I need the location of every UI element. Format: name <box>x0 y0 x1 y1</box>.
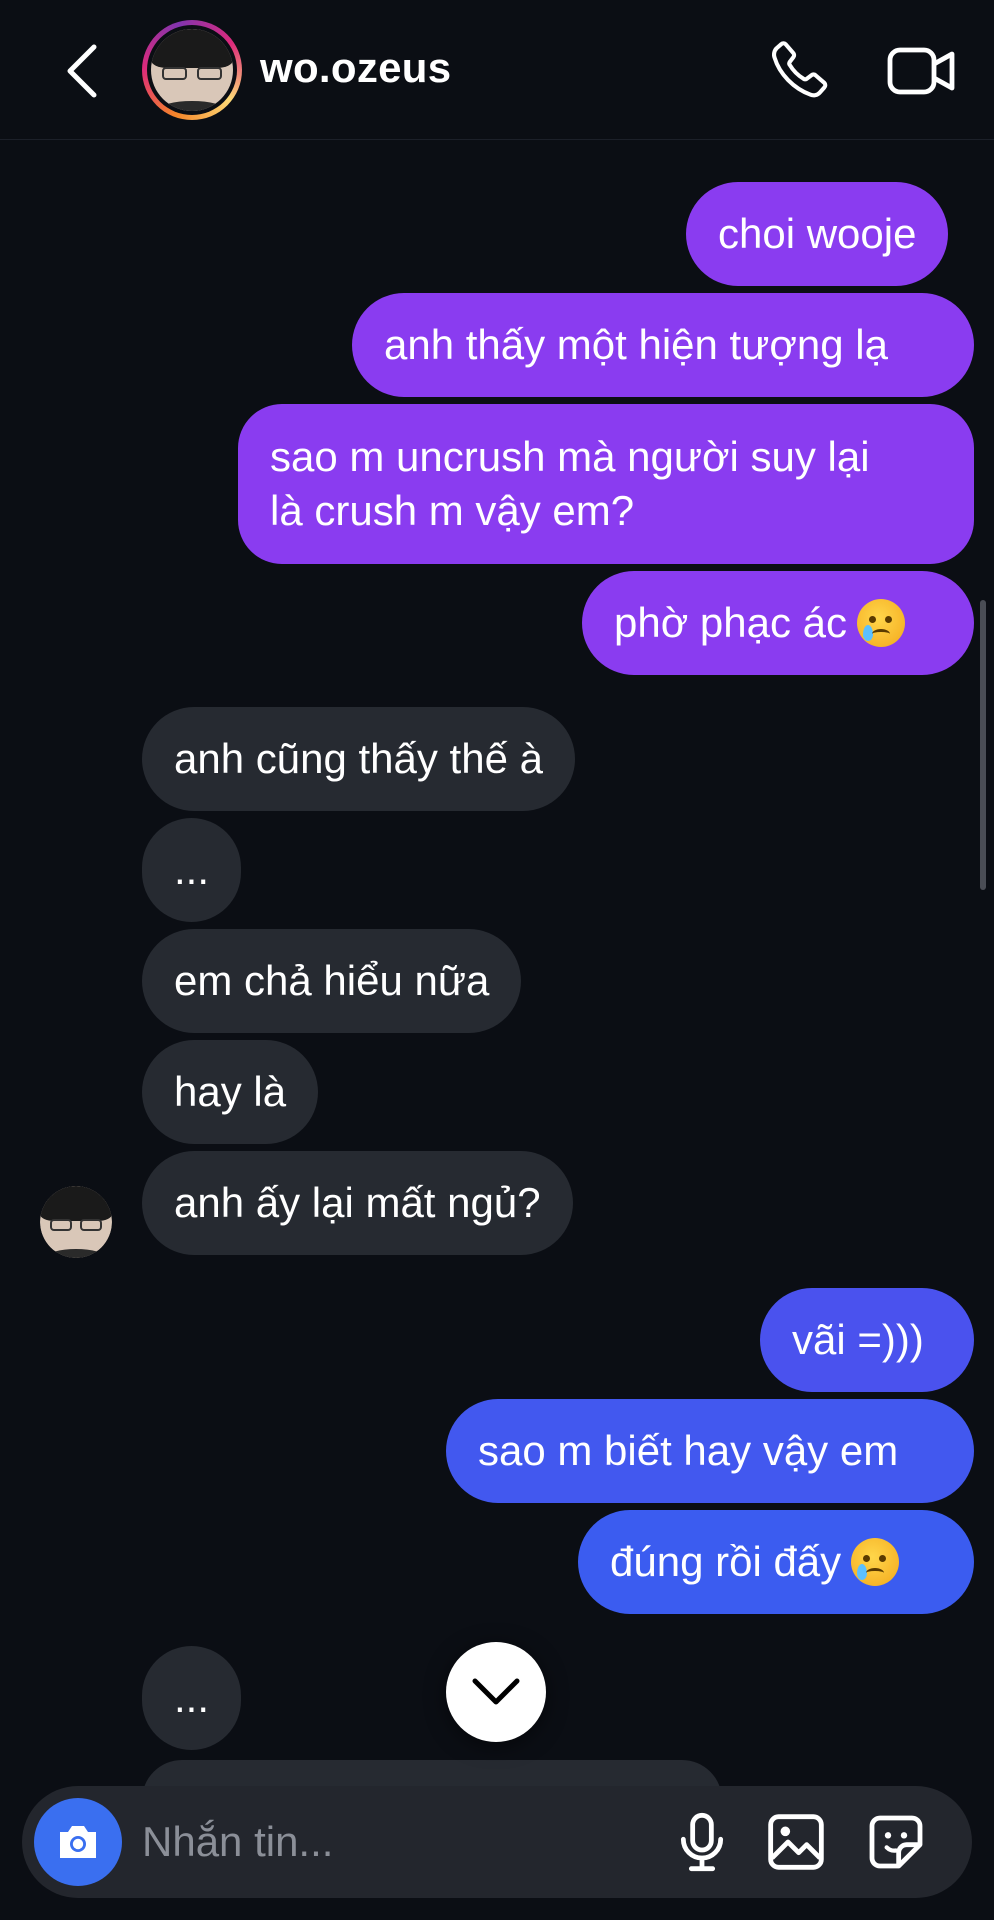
message-text: sao m biết hay vậy em <box>478 1427 899 1474</box>
crying-smile-emoji-icon <box>857 599 906 647</box>
image-icon[interactable] <box>764 1810 828 1874</box>
message-text: ... <box>174 1674 210 1721</box>
message-text-line-2: là crush m vậy em? <box>270 487 635 534</box>
chat-username[interactable]: wo.ozeus <box>260 44 451 92</box>
chevron-down-icon <box>472 1678 520 1705</box>
message-bubble-sent[interactable]: đúng rồi đấy <box>578 1510 974 1614</box>
camera-icon[interactable] <box>34 1798 122 1886</box>
scroll-to-bottom-button[interactable] <box>446 1642 546 1742</box>
message-bubble-sent[interactable]: vãi =))) <box>760 1288 974 1392</box>
message-bubble-received[interactable]: anh ấy lại mất ngủ? <box>142 1151 573 1255</box>
message-text: vãi =))) <box>792 1316 924 1363</box>
crying-smile-emoji-icon <box>851 1538 900 1586</box>
video-camera-icon[interactable] <box>886 40 958 102</box>
message-bubble-received[interactable]: anh cũng thấy thế à <box>142 707 575 811</box>
message-bubble-received[interactable]: hay là <box>142 1040 319 1144</box>
message-bubble-received[interactable]: ... <box>142 1646 242 1750</box>
microphone-icon[interactable] <box>670 1810 734 1874</box>
back-chevron-icon[interactable] <box>52 36 112 106</box>
message-text: phờ phạc ác <box>614 599 848 646</box>
message-bubble-sent[interactable]: choi wooje <box>686 182 949 286</box>
message-text: em chả hiểu nữa <box>174 957 490 1004</box>
message-text: choi wooje <box>718 210 917 257</box>
message-text: anh ấy lại mất ngủ? <box>174 1179 541 1226</box>
message-bubble-received[interactable]: ... <box>142 818 242 922</box>
message-bubble-sent[interactable]: anh thấy một hiện tượng lạ <box>352 293 974 397</box>
message-bubble-sent[interactable]: sao m biết hay vậy em <box>446 1399 974 1503</box>
sticker-icon[interactable] <box>864 1810 928 1874</box>
message-input[interactable]: Nhắn tin... <box>142 1818 333 1866</box>
message-text: đúng rồi đấy <box>610 1538 842 1585</box>
sender-avatar[interactable] <box>40 1186 112 1258</box>
message-bubble-sent[interactable]: phờ phạc ác <box>582 571 974 675</box>
message-composer: Nhắn tin... <box>22 1786 972 1898</box>
message-text: anh cũng thấy thế à <box>174 735 543 782</box>
chat-header: wo.ozeus <box>0 0 994 140</box>
message-text: hay là <box>174 1068 287 1115</box>
message-bubble-sent[interactable]: sao m uncrush mà người suy lại là crush … <box>238 404 974 564</box>
message-text: ... <box>174 846 210 893</box>
scrollbar[interactable] <box>980 600 986 890</box>
message-text-line-1: sao m uncrush mà người suy lại <box>270 433 870 480</box>
message-text: anh thấy một hiện tượng lạ <box>384 321 888 368</box>
profile-avatar[interactable] <box>142 20 242 120</box>
message-bubble-received[interactable]: em chả hiểu nữa <box>142 929 522 1033</box>
phone-icon[interactable] <box>762 36 832 106</box>
